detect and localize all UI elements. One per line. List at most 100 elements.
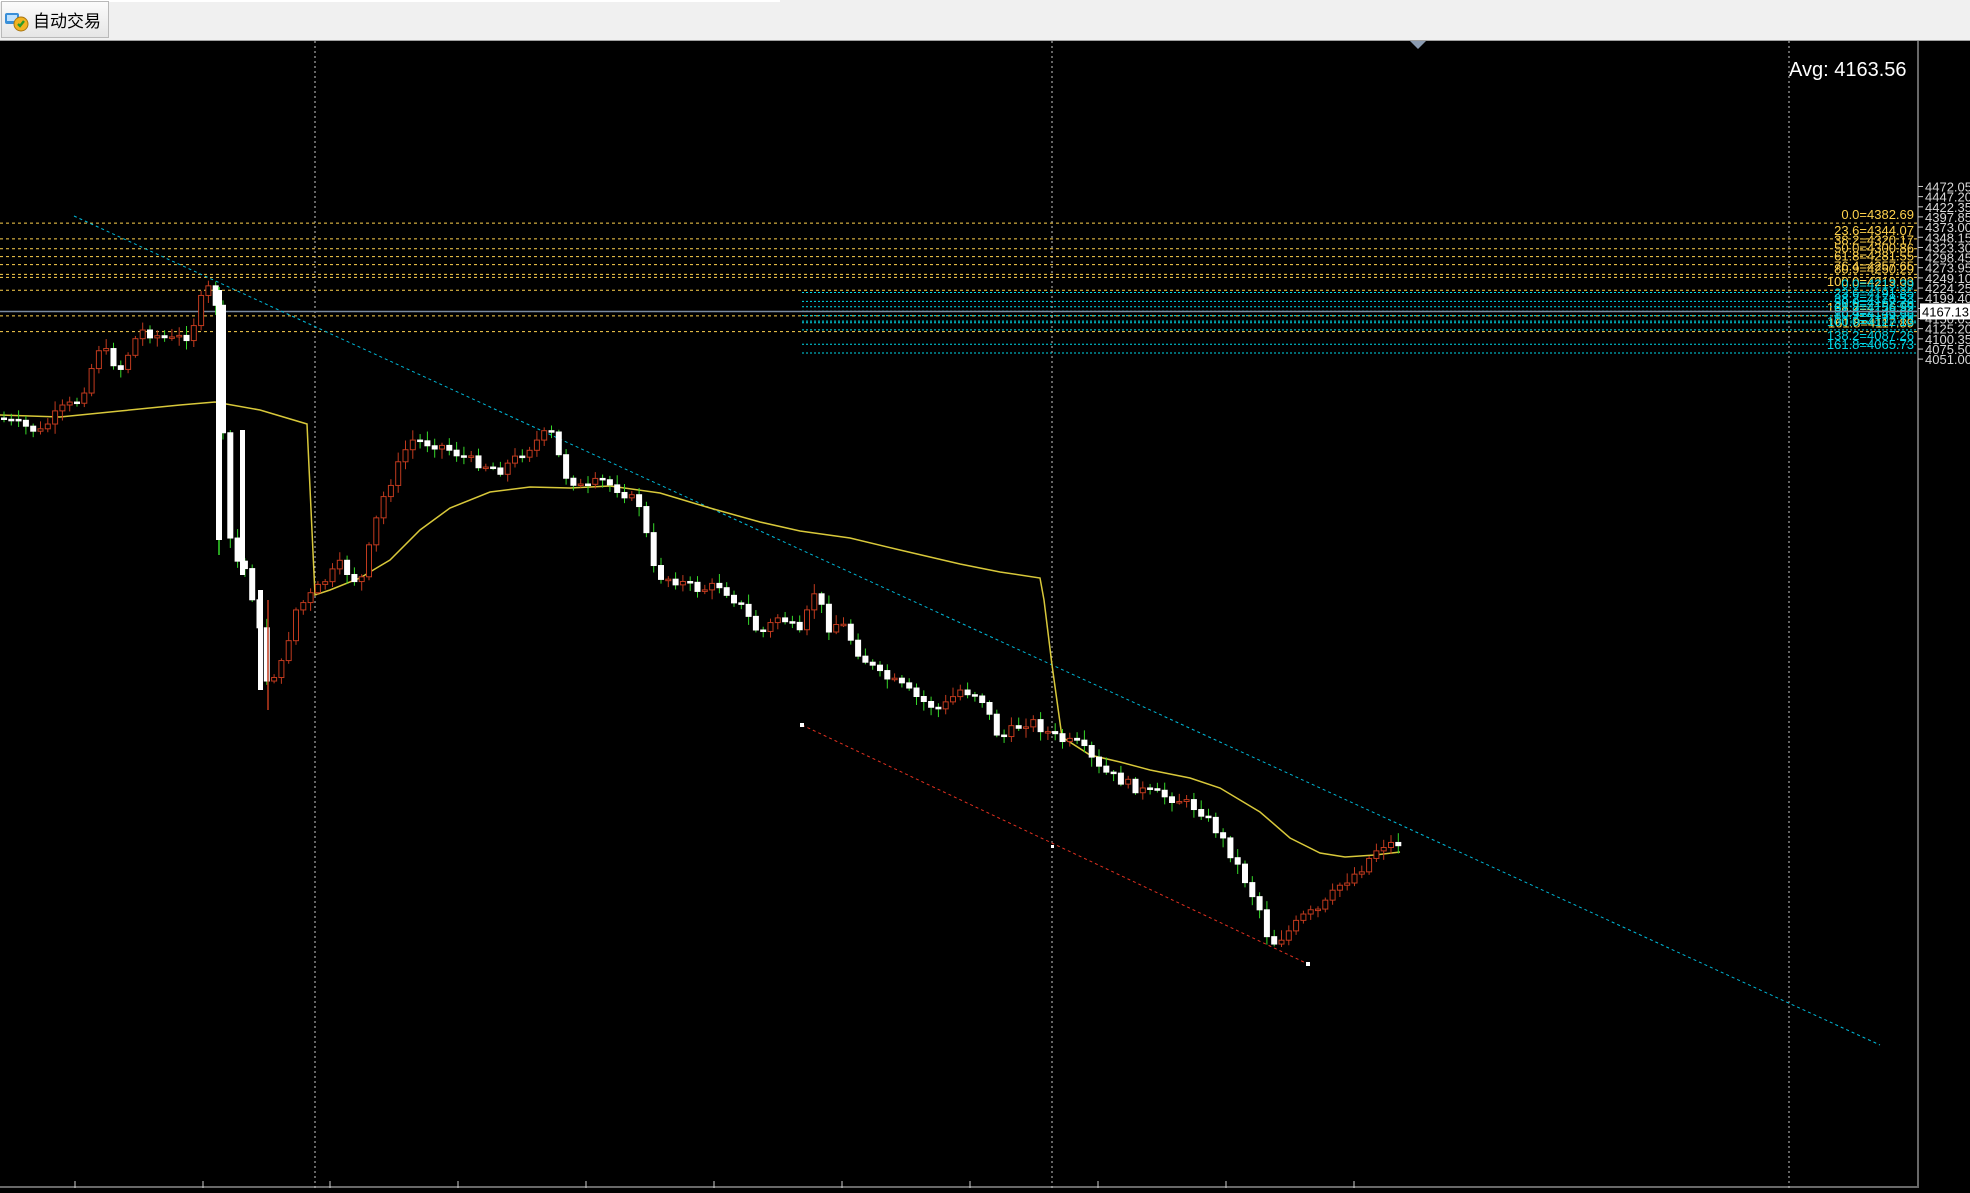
candle-body — [541, 430, 548, 441]
candle-body — [979, 695, 986, 704]
candle-body — [1088, 745, 1095, 758]
candle-body — [198, 294, 205, 327]
candle-body — [679, 581, 686, 586]
candle-body — [1227, 837, 1234, 859]
candle-body — [322, 581, 329, 585]
candle-body — [307, 592, 314, 604]
candle-body — [1096, 756, 1102, 767]
candle-body — [460, 455, 467, 458]
candles — [1, 280, 1402, 947]
candle-body — [1256, 896, 1263, 911]
candle-body — [176, 334, 183, 338]
candle-body — [964, 689, 971, 696]
candle-body — [1190, 799, 1197, 811]
candle-body — [402, 449, 409, 463]
candle-body — [329, 568, 336, 583]
candle-body — [738, 602, 745, 605]
fib-label-cyan: 161.8=4065.73 — [1827, 337, 1914, 352]
candle-body — [22, 419, 29, 427]
candle-body — [110, 348, 117, 367]
auto-trading-button[interactable]: 自动交易 — [1, 1, 109, 38]
candle-body — [1329, 889, 1336, 901]
candle-body — [760, 629, 767, 632]
candle-body — [1307, 909, 1314, 915]
candle-body — [1271, 936, 1278, 945]
candle-body — [504, 462, 511, 475]
candle-body — [621, 491, 628, 499]
candle-body — [957, 689, 964, 698]
candle-body — [643, 506, 650, 534]
candle-body — [1183, 799, 1190, 802]
candle-body — [1293, 919, 1300, 932]
candle-body — [942, 701, 949, 710]
candle-body — [387, 484, 394, 498]
candle-body — [351, 573, 358, 583]
candle-body — [168, 336, 175, 339]
candle-body — [190, 325, 197, 342]
candle-body — [1212, 816, 1219, 834]
candle-body — [1008, 725, 1015, 738]
candle-body — [1285, 930, 1292, 941]
candle-body — [1300, 913, 1307, 921]
candle-body — [1176, 800, 1183, 804]
candle-body — [1205, 815, 1212, 819]
candle-body — [862, 655, 869, 663]
candle-body — [475, 455, 482, 469]
candle-body — [935, 706, 942, 710]
avg-price-label: Avg: 4163.56 — [1789, 59, 1907, 81]
candle-body — [52, 410, 59, 425]
candle-body — [1125, 778, 1132, 785]
candle-body — [884, 670, 891, 680]
candle-body — [81, 392, 88, 404]
candle-body — [804, 609, 810, 631]
candle-body — [1059, 733, 1066, 743]
candle-body — [1234, 857, 1241, 865]
candle-body — [855, 639, 862, 657]
candle-body — [1351, 873, 1358, 884]
candle-body — [30, 425, 37, 432]
candle-body — [1161, 789, 1168, 798]
candle-body — [526, 449, 533, 458]
candle-body — [1373, 850, 1380, 859]
candle-body — [928, 701, 935, 708]
auto-trading-icon — [4, 7, 30, 33]
auto-trading-label: 自动交易 — [33, 12, 101, 31]
candle-body — [1030, 719, 1037, 728]
current-price-label: 4167.13 — [1922, 304, 1969, 319]
fib-anchor-point — [1306, 962, 1310, 966]
candle-body — [1336, 884, 1343, 891]
candle-body — [66, 401, 73, 406]
candle-body — [117, 365, 124, 370]
price-chart[interactable]: 0.0=4382.69 23.6=4344.07 38.2=4320.17 50.0=… — [0, 41, 1970, 1188]
candle-body — [446, 444, 453, 451]
candle-body — [37, 428, 44, 432]
candle-body — [1388, 841, 1394, 849]
shift-marker — [1410, 41, 1426, 49]
candle-body — [216, 290, 222, 540]
candle-body — [240, 430, 245, 575]
candle-body — [1001, 734, 1008, 738]
candle-body — [15, 418, 22, 422]
candle-body — [125, 354, 132, 370]
candle-body — [431, 445, 438, 450]
candle-body — [8, 418, 15, 422]
candle-body — [891, 677, 898, 681]
candle-body — [570, 477, 577, 486]
candle-body — [161, 335, 168, 339]
price-scale-label: 4051.00 — [1925, 352, 1970, 367]
candle-body — [811, 593, 818, 611]
candle-body — [373, 517, 380, 546]
candle-body — [694, 581, 701, 592]
candle-body — [1220, 832, 1227, 839]
candle-body — [293, 609, 299, 642]
candle-body — [745, 603, 752, 617]
candle-body — [1037, 719, 1044, 733]
candle-body — [227, 432, 234, 539]
candle-body — [468, 455, 475, 458]
candle-body — [1066, 737, 1073, 743]
candle-body — [709, 582, 716, 591]
candle-body — [1147, 787, 1154, 790]
candle-body — [1380, 847, 1387, 852]
candle-body — [395, 461, 402, 486]
candle-body — [1110, 771, 1117, 775]
